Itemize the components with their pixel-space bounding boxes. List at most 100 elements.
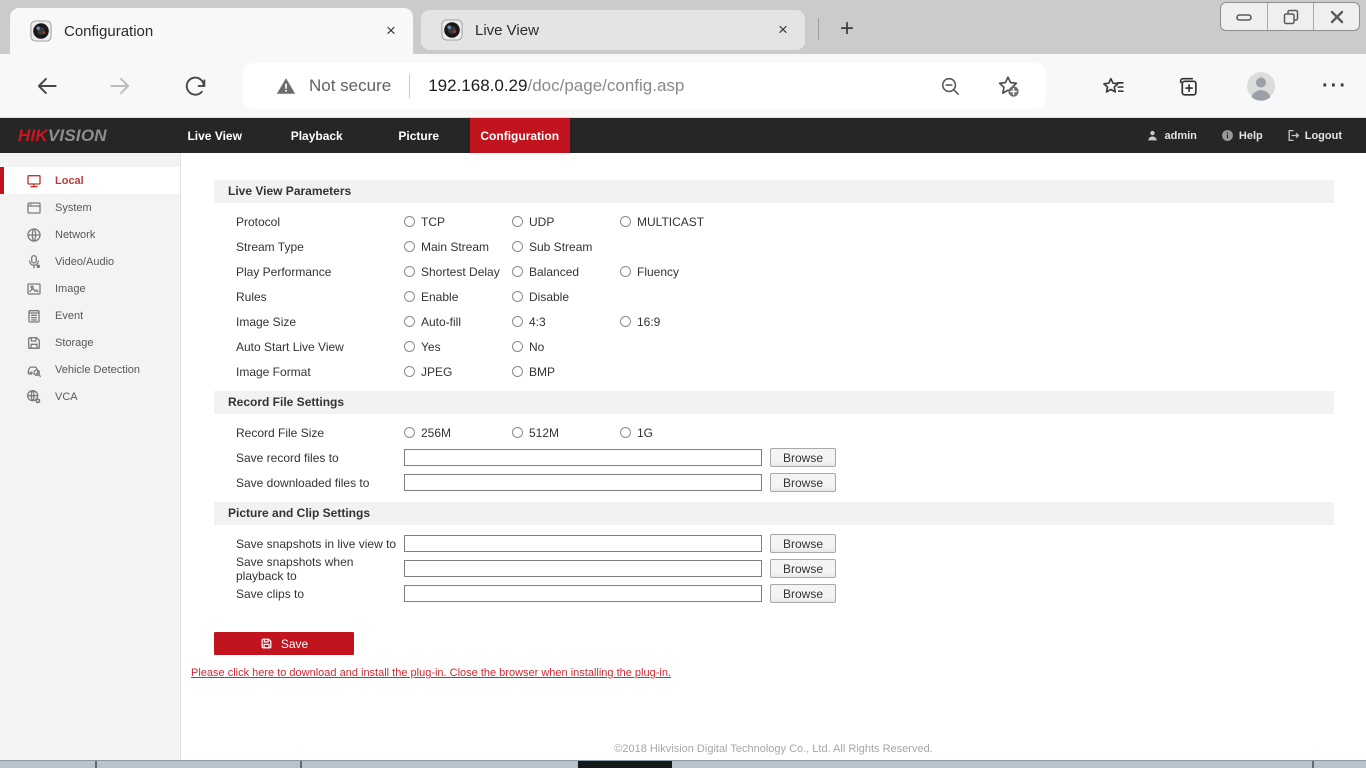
- hikvision-logo: HIKVISION: [18, 118, 107, 153]
- sidebar-item-network[interactable]: Network: [0, 221, 180, 248]
- radio-sub-stream[interactable]: Sub Stream: [512, 240, 620, 254]
- row-label: Play Performance: [214, 265, 404, 279]
- url-path[interactable]: /doc/page/config.asp: [527, 76, 684, 96]
- radio-udp[interactable]: UDP: [512, 215, 620, 229]
- tab-close-icon[interactable]: ×: [379, 19, 403, 43]
- config-content: Live View Parameters Protocol TCP UDP MU…: [181, 153, 1366, 760]
- radio-bmp[interactable]: BMP: [512, 365, 620, 379]
- restore-button[interactable]: [1267, 3, 1313, 30]
- tab-configuration[interactable]: Configuration ×: [10, 8, 413, 54]
- more-menu-icon[interactable]: ···: [1318, 69, 1352, 103]
- copyright-footer: ©2018 Hikvision Digital Technology Co., …: [181, 743, 1366, 755]
- main-menu: Live View Playback Picture Configuration: [164, 118, 570, 153]
- sidebar-item-image[interactable]: Image: [0, 275, 180, 302]
- not-secure-label[interactable]: Not secure: [309, 76, 391, 96]
- menu-live-view[interactable]: Live View: [164, 118, 266, 153]
- reload-button[interactable]: [180, 71, 210, 101]
- browse-button[interactable]: Browse: [770, 584, 836, 603]
- logout-button[interactable]: Logout: [1287, 129, 1342, 142]
- section-title: Picture and Clip Settings: [214, 502, 1334, 525]
- back-button[interactable]: [32, 71, 62, 101]
- radio-256m[interactable]: 256M: [404, 426, 512, 440]
- sidebar-item-video-audio[interactable]: Video/Audio: [0, 248, 180, 275]
- browse-button[interactable]: Browse: [770, 534, 836, 553]
- section-record-file-settings: Record File Settings Record File Size 25…: [214, 391, 1334, 495]
- menu-picture[interactable]: Picture: [368, 118, 470, 153]
- radio-4-3[interactable]: 4:3: [512, 315, 620, 329]
- profile-avatar[interactable]: [1244, 69, 1278, 103]
- taskbar-divider: [1312, 761, 1314, 768]
- new-tab-button[interactable]: +: [832, 14, 862, 44]
- downloaded-files-path-input[interactable]: [404, 474, 762, 491]
- radio-icon: [620, 427, 631, 438]
- snapshots-live-path-input[interactable]: [404, 535, 762, 552]
- browse-button[interactable]: Browse: [770, 448, 836, 467]
- logout-icon: [1287, 129, 1300, 142]
- radio-icon: [404, 316, 415, 327]
- sidebar-item-storage[interactable]: Storage: [0, 329, 180, 356]
- radio-1g[interactable]: 1G: [620, 426, 728, 440]
- add-favorite-icon[interactable]: [996, 74, 1020, 98]
- window-controls: [1220, 2, 1360, 31]
- sidebar-item-vehicle-detection[interactable]: Vehicle Detection: [0, 356, 180, 383]
- radio-enable[interactable]: Enable: [404, 290, 512, 304]
- radio-main-stream[interactable]: Main Stream: [404, 240, 512, 254]
- address-bar[interactable]: Not secure 192.168.0.29/doc/page/config.…: [243, 63, 1046, 109]
- snapshots-playback-path-input[interactable]: [404, 560, 762, 577]
- row-save-clips: Save clips to Browse: [214, 581, 1334, 606]
- radio-multicast[interactable]: MULTICAST: [620, 215, 728, 229]
- help-button[interactable]: Help: [1221, 129, 1263, 142]
- row-auto-start-live-view: Auto Start Live View Yes No: [214, 334, 1334, 359]
- radio-no[interactable]: No: [512, 340, 620, 354]
- clips-path-input[interactable]: [404, 585, 762, 602]
- sidebar-item-event[interactable]: Event: [0, 302, 180, 329]
- not-secure-warning-icon[interactable]: [275, 75, 297, 97]
- radio-icon: [512, 241, 523, 252]
- row-label: Auto Start Live View: [214, 340, 404, 354]
- globe-gear-icon: [26, 389, 42, 405]
- radio-auto-fill[interactable]: Auto-fill: [404, 315, 512, 329]
- row-save-record-files: Save record files to Browse: [214, 445, 1334, 470]
- row-label: Save downloaded files to: [214, 476, 404, 490]
- browse-button[interactable]: Browse: [770, 559, 836, 578]
- row-protocol: Protocol TCP UDP MULTICAST: [214, 209, 1334, 234]
- radio-16-9[interactable]: 16:9: [620, 315, 728, 329]
- forward-button[interactable]: [105, 71, 135, 101]
- tab-close-icon[interactable]: ×: [771, 18, 795, 42]
- favorites-icon[interactable]: [1096, 69, 1130, 103]
- sidebar-item-local[interactable]: Local: [0, 167, 180, 194]
- radio-icon: [512, 341, 523, 352]
- row-label: Image Size: [214, 315, 404, 329]
- record-files-path-input[interactable]: [404, 449, 762, 466]
- radio-shortest-delay[interactable]: Shortest Delay: [404, 265, 512, 279]
- tab-divider: [818, 18, 819, 40]
- url-host[interactable]: 192.168.0.29: [428, 76, 527, 96]
- browse-button[interactable]: Browse: [770, 473, 836, 492]
- row-save-downloaded-files: Save downloaded files to Browse: [214, 470, 1334, 495]
- menu-configuration[interactable]: Configuration: [470, 118, 570, 153]
- radio-tcp[interactable]: TCP: [404, 215, 512, 229]
- browser-tab-strip: Configuration × Live View × +: [0, 0, 1366, 54]
- monitor-icon: [26, 173, 42, 189]
- window-icon: [26, 200, 42, 216]
- sidebar-item-system[interactable]: System: [0, 194, 180, 221]
- minimize-button[interactable]: [1221, 3, 1267, 30]
- radio-fluency[interactable]: Fluency: [620, 265, 728, 279]
- taskbar-strip[interactable]: [0, 760, 1366, 768]
- radio-yes[interactable]: Yes: [404, 340, 512, 354]
- close-window-button[interactable]: [1313, 3, 1359, 30]
- plugin-download-link[interactable]: Please click here to download and instal…: [191, 667, 1366, 679]
- sidebar-item-vca[interactable]: VCA: [0, 383, 180, 410]
- radio-icon: [404, 291, 415, 302]
- zoom-out-icon[interactable]: [939, 75, 962, 98]
- radio-disable[interactable]: Disable: [512, 290, 620, 304]
- radio-jpeg[interactable]: JPEG: [404, 365, 512, 379]
- row-label: Record File Size: [214, 426, 404, 440]
- radio-512m[interactable]: 512M: [512, 426, 620, 440]
- menu-playback[interactable]: Playback: [266, 118, 368, 153]
- save-button[interactable]: Save: [214, 632, 354, 655]
- tab-live-view[interactable]: Live View ×: [421, 10, 805, 50]
- section-live-view-parameters: Live View Parameters Protocol TCP UDP MU…: [214, 180, 1334, 384]
- radio-balanced[interactable]: Balanced: [512, 265, 620, 279]
- collections-icon[interactable]: [1170, 69, 1204, 103]
